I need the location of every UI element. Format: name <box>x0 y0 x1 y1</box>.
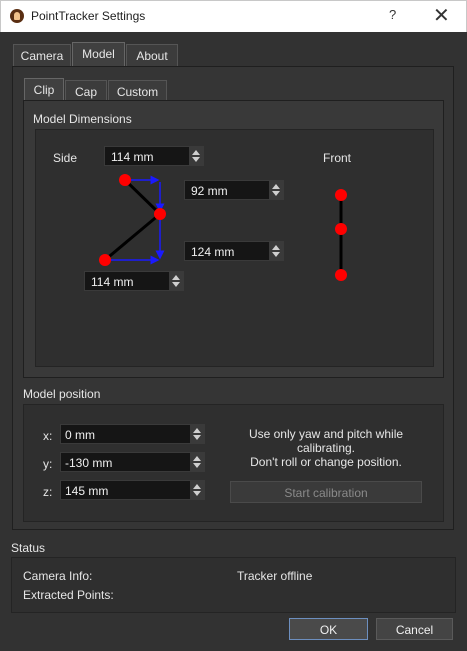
step-up-icon[interactable] <box>193 484 201 489</box>
clip-upper-arm <box>123 178 162 216</box>
extracted-points-label: Extracted Points: <box>23 588 114 602</box>
step-down-icon[interactable] <box>272 191 280 196</box>
camera-info-label: Camera Info: <box>23 569 93 583</box>
cancel-button[interactable]: Cancel <box>376 618 453 640</box>
y-value: -130 mm <box>65 456 113 470</box>
upper-right-value: 92 mm <box>191 184 228 198</box>
status-title: Status <box>11 541 46 555</box>
x-stepper[interactable] <box>190 425 204 443</box>
bottom-stepper[interactable] <box>169 272 183 290</box>
y-label: y: <box>43 457 53 471</box>
calibration-hint: Use only yaw and pitch while calibrating… <box>222 427 430 469</box>
step-down-icon[interactable] <box>193 463 201 468</box>
tab-clip[interactable]: Clip <box>24 78 64 102</box>
side-top-stepper[interactable] <box>189 147 203 165</box>
ok-button[interactable]: OK <box>289 618 368 640</box>
app-icon <box>10 9 24 23</box>
point-top <box>119 174 131 186</box>
z-value: 145 mm <box>65 484 109 498</box>
y-stepper[interactable] <box>190 453 204 471</box>
upper-right-stepper[interactable] <box>269 181 283 199</box>
x-label: x: <box>43 429 53 443</box>
side-top-spinbox[interactable]: 114 mm <box>104 146 204 166</box>
lower-right-stepper[interactable] <box>269 242 283 260</box>
step-up-icon[interactable] <box>193 428 201 433</box>
tab-cap-label: Cap <box>74 85 97 99</box>
front-point-bottom <box>335 269 347 281</box>
front-model-diagram <box>335 189 347 281</box>
tab-about-label: About <box>136 49 168 63</box>
start-calibration-button[interactable]: Start calibration <box>230 481 422 503</box>
tab-model[interactable]: Model <box>72 42 125 68</box>
tab-about[interactable]: About <box>126 44 178 67</box>
upper-right-spinbox[interactable]: 92 mm <box>184 180 284 200</box>
point-bottom <box>99 254 111 266</box>
tab-custom-label: Custom <box>116 85 159 99</box>
step-down-icon[interactable] <box>272 252 280 257</box>
step-up-icon[interactable] <box>192 150 200 155</box>
side-label: Side <box>53 151 78 165</box>
step-up-icon[interactable] <box>272 184 280 189</box>
status-group <box>11 557 456 613</box>
tab-model-label: Model <box>82 47 115 61</box>
side-top-value: 114 mm <box>111 150 154 164</box>
clip-lower-arm <box>104 212 161 262</box>
bottom-value: 114 mm <box>91 275 134 289</box>
y-spinbox[interactable]: -130 mm <box>60 452 205 472</box>
front-point-top <box>335 189 347 201</box>
step-down-icon[interactable] <box>193 491 201 496</box>
step-down-icon[interactable] <box>192 157 200 162</box>
window-title: PointTracker Settings <box>31 9 146 23</box>
x-value: 0 mm <box>65 428 95 442</box>
x-spinbox[interactable]: 0 mm <box>60 424 205 444</box>
z-stepper[interactable] <box>190 481 204 499</box>
point-middle <box>154 208 166 220</box>
front-point-middle <box>335 223 347 235</box>
step-down-icon[interactable] <box>193 435 201 440</box>
model-position-title: Model position <box>23 387 101 401</box>
title-bar: PointTracker Settings ? ✕ <box>0 0 467 32</box>
front-label: Front <box>323 151 352 165</box>
help-button[interactable]: ? <box>389 7 396 22</box>
camera-info-value: Tracker offline <box>237 569 313 583</box>
step-up-icon[interactable] <box>272 245 280 250</box>
z-label: z: <box>43 485 53 499</box>
step-up-icon[interactable] <box>193 456 201 461</box>
step-down-icon[interactable] <box>172 282 180 287</box>
lower-right-spinbox[interactable]: 124 mm <box>184 241 284 261</box>
calibration-hint-line2: Don't roll or change position. <box>250 455 402 469</box>
tab-camera[interactable]: Camera <box>13 44 71 67</box>
calibration-hint-line1: Use only yaw and pitch while calibrating… <box>248 427 404 455</box>
z-spinbox[interactable]: 145 mm <box>60 480 205 500</box>
bottom-spinbox[interactable]: 114 mm <box>84 271 184 291</box>
lower-right-value: 124 mm <box>191 245 235 259</box>
tab-camera-label: Camera <box>20 49 64 63</box>
step-up-icon[interactable] <box>172 275 180 280</box>
side-model-diagram <box>99 174 166 266</box>
close-icon[interactable]: ✕ <box>433 3 450 28</box>
tab-clip-label: Clip <box>33 83 55 97</box>
model-dimensions-title: Model Dimensions <box>33 112 132 126</box>
